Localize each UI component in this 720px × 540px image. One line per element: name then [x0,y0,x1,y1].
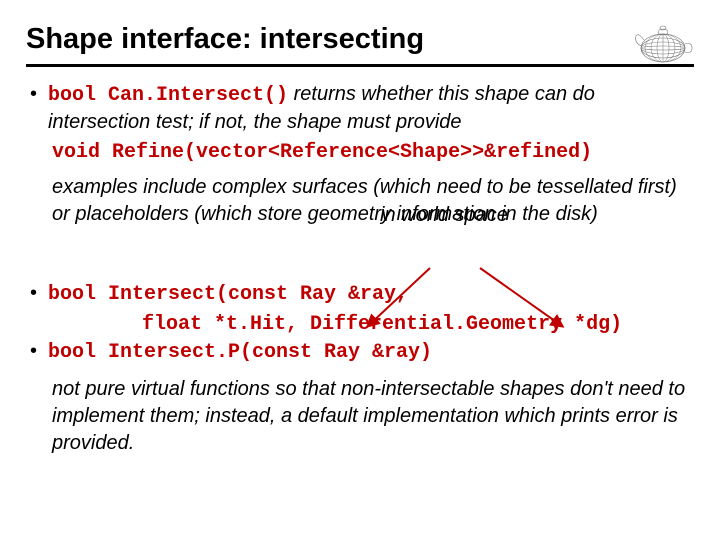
title-divider [26,64,694,67]
bullet-marker: • [30,81,48,108]
bullet-2: • bool Intersect(const Ray &ray, [30,280,694,308]
annotation-world-space: in world space [380,204,508,227]
code-intersect-sig2: float *t.Hit, Differential.Geometry *dg) [142,313,622,336]
bullet-3: • bool Intersect.P(const Ray &ray) [30,338,694,366]
bullet-marker: • [30,338,48,365]
para-not-pure-virtual: not pure virtual functions so that non-i… [52,376,694,457]
teapot-logo [632,18,694,66]
code-refine: void Refine(vector<Reference<Shape>>&ref… [52,141,592,164]
code-canintersect: bool Can.Intersect() [48,84,288,107]
code-intersectp: bool Intersect.P(const Ray &ray) [48,341,432,364]
code-intersect-sig1: bool Intersect(const Ray &ray, [48,283,408,306]
bullet-1: • bool Can.Intersect() returns whether t… [30,81,694,136]
slide-title: Shape interface: intersecting [26,23,424,62]
para-examples: examples include complex surfaces (which… [52,174,694,228]
bullet-marker: • [30,280,48,307]
